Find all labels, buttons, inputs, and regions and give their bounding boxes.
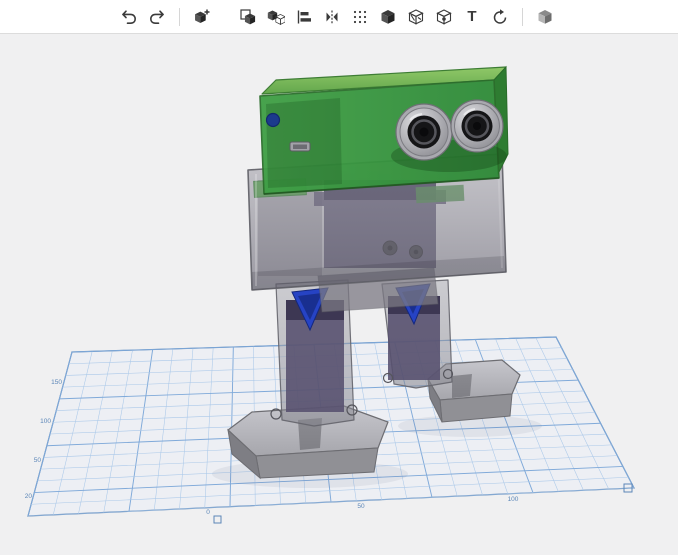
top-toolbar: T [0,0,678,34]
axis-tick: 150 [51,379,62,386]
toolbar-separator [179,8,180,26]
show-all-button[interactable] [431,4,457,30]
show-all-icon [435,8,453,26]
scene: 150 100 50 20 0 50 100 [0,34,678,555]
solid-button[interactable] [375,4,401,30]
undo-button[interactable] [116,4,142,30]
axis-tick: 100 [40,418,51,425]
text-tool-button[interactable]: T [459,4,485,30]
snap-grid-icon [351,8,369,26]
group-button[interactable] [235,4,261,30]
ungroup-button[interactable] [263,4,289,30]
axis-tick: 20 [25,493,33,500]
axis-tick: 50 [34,457,42,464]
workplane-icon [536,8,554,26]
robot-head [260,67,508,194]
rotate-button[interactable] [487,4,513,30]
axis-tick: 50 [357,503,365,510]
text-tool-icon: T [467,9,476,24]
snap-grid-button[interactable] [347,4,373,30]
robot-eye-left [396,104,452,160]
redo-icon [148,8,166,26]
mirror-icon [323,8,341,26]
robot-eye-right [451,100,503,152]
toolbar-separator [522,8,523,26]
duplicate-icon [193,8,211,26]
workplane-button[interactable] [532,4,558,30]
robot-model[interactable] [228,67,520,478]
hole-cube-icon [407,8,425,26]
origin-marker [214,516,221,523]
viewport-canvas[interactable]: 150 100 50 20 0 50 100 [0,34,678,555]
duplicate-button[interactable] [189,4,215,30]
ungroup-icon [267,8,285,26]
axis-tick: 0 [206,509,210,516]
axis-tick: 100 [508,496,519,503]
power-led [267,114,280,127]
rotate-icon [491,8,509,26]
solid-cube-icon [379,8,397,26]
group-icon [239,8,257,26]
usb-port [290,142,310,151]
align-icon [295,8,313,26]
hole-button[interactable] [403,4,429,30]
align-button[interactable] [291,4,317,30]
undo-icon [120,8,138,26]
mirror-button[interactable] [319,4,345,30]
redo-button[interactable] [144,4,170,30]
